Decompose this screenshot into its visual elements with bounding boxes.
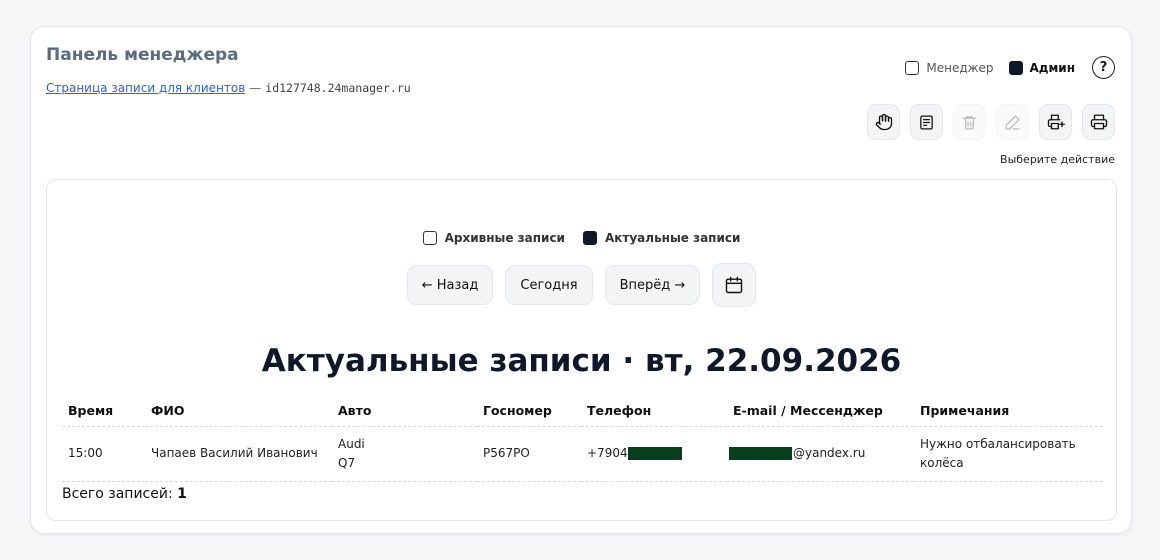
print-add-icon	[1047, 114, 1065, 130]
cell-name: Чапаев Василий Иванович	[145, 426, 332, 482]
cell-time: 15:00	[62, 426, 145, 482]
phone-redaction	[627, 447, 682, 460]
total-records: Всего записей: 1	[62, 486, 187, 502]
role-admin[interactable]: Админ	[1008, 60, 1076, 75]
client-link-line: Страница записи для клиентов — id127748.24…	[46, 81, 411, 95]
cell-phone: +7904	[581, 426, 727, 482]
role-manager-checkbox[interactable]	[905, 60, 920, 75]
separator: —	[249, 81, 262, 95]
filter-current[interactable]: Актуальные записи	[582, 231, 741, 245]
cell-car: Audi Q7	[332, 426, 477, 482]
role-manager[interactable]: Менеджер	[905, 60, 994, 75]
page-title: Панель менеджера	[46, 45, 239, 65]
back-button[interactable]: ← Назад	[406, 265, 494, 305]
action-hint: Выберите действие	[1000, 153, 1115, 166]
document-icon	[920, 114, 933, 130]
today-button[interactable]: Сегодня	[505, 265, 593, 305]
print-button[interactable]	[1082, 104, 1115, 140]
printer-icon	[1090, 114, 1107, 130]
email-suffix: @yandex.ru	[793, 446, 866, 460]
cell-plate: Р567РО	[477, 426, 581, 482]
car-model: Q7	[338, 455, 356, 470]
calendar-icon	[726, 276, 743, 294]
trash-icon	[962, 115, 977, 130]
filter-current-label: Актуальные записи	[604, 231, 741, 245]
role-admin-label: Админ	[1029, 60, 1076, 75]
hand-button[interactable]	[867, 104, 900, 140]
forward-button[interactable]: Вперёд →	[604, 265, 701, 305]
column-header: Примечания	[914, 396, 1103, 427]
hand-icon	[875, 113, 892, 131]
total-value: 1	[177, 486, 187, 502]
help-icon: ?	[1099, 60, 1108, 75]
pencil-icon	[1005, 114, 1020, 130]
role-manager-label: Менеджер	[926, 60, 994, 75]
filter-current-checkbox[interactable]	[582, 231, 597, 245]
car-make: Audi	[338, 436, 365, 451]
table-header-row: Время ФИО Авто Госномер Телефон E-mail /…	[62, 396, 1103, 427]
records-panel: Архивные записи Актуальные записи ← Наза…	[46, 179, 1117, 521]
column-header: Телефон	[581, 396, 727, 427]
action-toolbar	[867, 104, 1115, 140]
email-redaction	[729, 447, 792, 460]
column-header: Госномер	[477, 396, 581, 427]
manager-panel-card: Панель менеджера Страница записи для кли…	[30, 26, 1132, 534]
column-header: E-mail / Мессенджер	[727, 396, 914, 427]
column-header: Время	[62, 396, 145, 427]
role-admin-checkbox[interactable]	[1008, 60, 1023, 75]
records-heading: Актуальные записи · вт, 22.09.2026	[261, 343, 902, 379]
date-navigation: ← Назад Сегодня Вперёд →	[47, 263, 1116, 307]
column-header: ФИО	[145, 396, 332, 427]
phone-prefix: +7904	[587, 446, 628, 460]
calendar-button[interactable]	[712, 263, 757, 307]
record-filters: Архивные записи Актуальные записи	[47, 231, 1116, 245]
site-domain: id127748.24manager.ru	[265, 81, 411, 95]
help-button[interactable]: ?	[1092, 56, 1115, 79]
delete-button[interactable]	[953, 104, 986, 140]
filter-archive[interactable]: Архивные записи	[422, 231, 565, 245]
column-header: Авто	[332, 396, 477, 427]
details-button[interactable]	[910, 104, 943, 140]
cell-note: Нужно отбалансировать колёса	[914, 426, 1103, 482]
edit-button[interactable]	[996, 104, 1029, 140]
role-switcher: Менеджер Админ ?	[905, 56, 1115, 79]
records-table: Время ФИО Авто Госномер Телефон E-mail /…	[62, 396, 1103, 482]
cell-email: @yandex.ru	[727, 426, 914, 482]
filter-archive-label: Архивные записи	[444, 231, 565, 245]
total-label: Всего записей:	[62, 486, 173, 502]
print-add-button[interactable]	[1039, 104, 1072, 140]
filter-archive-checkbox[interactable]	[422, 231, 437, 245]
table-row[interactable]: 15:00 Чапаев Василий Иванович Audi Q7 Р5…	[62, 426, 1103, 482]
client-booking-link[interactable]: Страница записи для клиентов	[46, 81, 245, 95]
